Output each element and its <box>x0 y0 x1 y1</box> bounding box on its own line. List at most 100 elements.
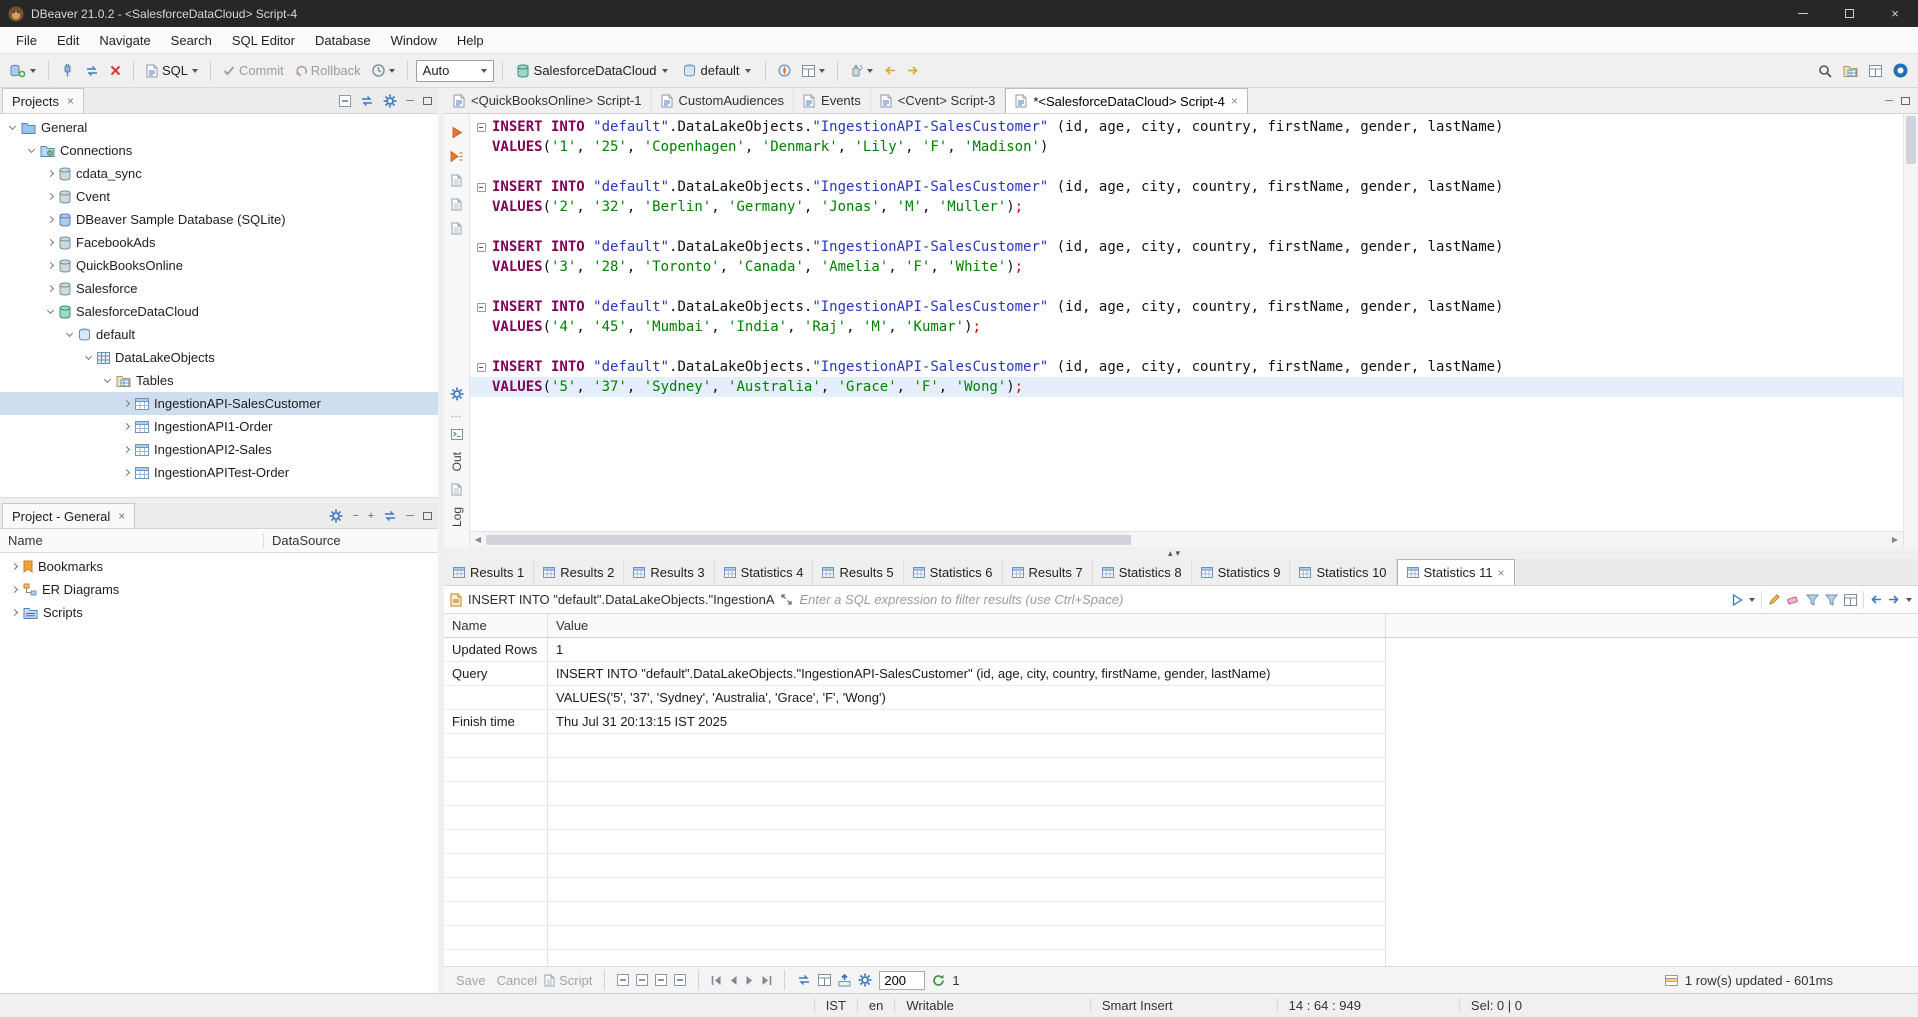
code-line[interactable]: INSERT INTO "default".DataLakeObjects."I… <box>470 357 1903 377</box>
tree-item[interactable]: SalesforceDataCloud <box>0 300 438 323</box>
code-line[interactable] <box>470 217 1903 237</box>
expander-icon[interactable] <box>10 608 20 618</box>
tree-item[interactable]: DataLakeObjects <box>0 346 438 369</box>
filter-query-text[interactable]: INSERT INTO "default".DataLakeObjects."I… <box>468 592 775 607</box>
connection-combo[interactable]: SalesforceDataCloud <box>511 60 674 81</box>
expander-icon[interactable] <box>8 123 18 133</box>
output-tab[interactable]: Out <box>450 452 464 471</box>
editor-tab[interactable]: CustomAudiences <box>652 88 795 113</box>
duplicate-row-button[interactable] <box>655 974 667 986</box>
more-icon[interactable]: … <box>451 408 463 420</box>
horizontal-scrollbar[interactable]: ◀ ▶ <box>470 531 1903 547</box>
code-line[interactable]: VALUES('4', '45', 'Mumbai', 'India', 'Ra… <box>470 317 1903 337</box>
log-view-button[interactable] <box>451 477 462 501</box>
menu-file[interactable]: File <box>6 33 47 48</box>
sql-editor-button[interactable]: SQL <box>142 60 202 81</box>
statement-tools-button[interactable] <box>451 192 462 216</box>
code-line[interactable]: VALUES('5', '37', 'Sydney', 'Australia',… <box>470 377 1903 397</box>
sash-up-icon[interactable]: ▴ <box>1168 547 1173 559</box>
grid-row[interactable]: VALUES('5', '37', 'Sydney', 'Australia',… <box>444 686 1387 710</box>
close-icon[interactable]: × <box>118 509 125 523</box>
expander-icon[interactable] <box>103 376 113 386</box>
search-button[interactable] <box>1814 61 1836 81</box>
history-back-button[interactable] <box>1870 594 1882 605</box>
tree-item[interactable]: QuickBooksOnline <box>0 254 438 277</box>
settings-icon[interactable] <box>329 509 343 523</box>
fold-icon[interactable] <box>477 303 486 312</box>
edit-filter-button[interactable] <box>1768 594 1780 606</box>
panels-toggle-button[interactable] <box>818 974 831 986</box>
close-icon[interactable]: × <box>1231 94 1238 108</box>
filter-settings-button[interactable] <box>1825 594 1838 606</box>
first-row-button[interactable] <box>711 975 722 986</box>
results-tab[interactable]: Statistics 8 <box>1093 559 1192 585</box>
expander-icon[interactable] <box>10 585 20 595</box>
results-tab[interactable]: Statistics 6 <box>904 559 1003 585</box>
expand-filter-button[interactable] <box>781 594 792 605</box>
code-line[interactable]: INSERT INTO "default".DataLakeObjects."I… <box>470 237 1903 257</box>
code-line[interactable] <box>470 157 1903 177</box>
code-line[interactable]: VALUES('3', '28', 'Toronto', 'Canada', '… <box>470 257 1903 277</box>
menu-help[interactable]: Help <box>447 33 494 48</box>
previous-row-button[interactable] <box>729 975 738 986</box>
grid-settings-button[interactable] <box>858 973 872 987</box>
tree-item[interactable]: ER Diagrams <box>0 578 438 601</box>
grid-row[interactable]: Updated Rows1 <box>444 638 1387 662</box>
refresh-button[interactable] <box>932 974 945 987</box>
commit-mode-combo[interactable]: Auto <box>416 60 494 82</box>
editor-tab[interactable]: Events <box>794 88 871 113</box>
expand-icon[interactable]: + <box>368 510 374 522</box>
results-tab[interactable]: Statistics 4 <box>715 559 814 585</box>
sash-down-icon[interactable]: ▾ <box>1176 547 1181 559</box>
invalidate-connection-button[interactable] <box>81 62 103 80</box>
chevron-down-icon[interactable] <box>1749 598 1755 602</box>
menu-database[interactable]: Database <box>305 33 381 48</box>
clear-filter-button[interactable] <box>1786 594 1800 606</box>
scrollbar-thumb[interactable] <box>1906 116 1916 164</box>
back-button[interactable] <box>880 62 900 79</box>
collapse-all-icon[interactable] <box>339 95 351 107</box>
transaction-log-button[interactable] <box>368 61 399 80</box>
output-view-button[interactable] <box>451 422 463 446</box>
next-row-button[interactable] <box>745 975 754 986</box>
caret-position[interactable]: 14 : 64 : 949 <box>1277 998 1372 1013</box>
disconnect-button[interactable] <box>106 62 125 79</box>
tree-item[interactable]: IngestionAPI1-Order <box>0 415 438 438</box>
fold-icon[interactable] <box>477 243 486 252</box>
results-tab[interactable]: Results 5 <box>813 559 903 585</box>
filter-input[interactable] <box>798 591 1727 608</box>
menu-edit[interactable]: Edit <box>47 33 89 48</box>
scroll-left-icon[interactable]: ◀ <box>470 535 486 544</box>
results-tab[interactable]: Statistics 9 <box>1192 559 1291 585</box>
close-icon[interactable]: × <box>1498 566 1505 580</box>
expander-icon[interactable] <box>122 399 132 409</box>
maximize-view-icon[interactable] <box>423 97 432 105</box>
history-forward-button[interactable] <box>1888 594 1900 605</box>
forward-button[interactable] <box>903 62 923 79</box>
tree-item[interactable]: Cvent <box>0 185 438 208</box>
menu-window[interactable]: Window <box>381 33 447 48</box>
log-tab[interactable]: Log <box>450 507 464 527</box>
results-tab[interactable]: Statistics 11× <box>1397 559 1515 585</box>
last-row-button[interactable] <box>761 975 772 986</box>
maximize-editor-icon[interactable] <box>1901 97 1910 105</box>
code-line[interactable]: INSERT INTO "default".DataLakeObjects."I… <box>470 117 1903 137</box>
script-button[interactable]: Script <box>544 973 592 988</box>
expander-icon[interactable] <box>84 353 94 363</box>
expander-icon[interactable] <box>46 169 56 179</box>
code-line[interactable]: INSERT INTO "default".DataLakeObjects."I… <box>470 297 1903 317</box>
expander-icon[interactable] <box>122 422 132 432</box>
tree-item[interactable]: IngestionAPI-SalesCustomer <box>0 392 438 415</box>
add-row-button[interactable] <box>636 974 648 986</box>
grid-row[interactable]: QueryINSERT INTO "default".DataLakeObjec… <box>444 662 1387 686</box>
maximize-button[interactable] <box>1826 0 1872 27</box>
tree-item[interactable]: Salesforce <box>0 277 438 300</box>
expander-icon[interactable] <box>65 330 75 340</box>
insert-mode-indicator[interactable]: Smart Insert <box>1090 998 1184 1013</box>
minimize-view-icon[interactable]: ─ <box>406 95 414 107</box>
tree-item[interactable]: cdata_sync <box>0 162 438 185</box>
expander-icon[interactable] <box>46 238 56 248</box>
export-button[interactable] <box>838 974 851 987</box>
scrollbar-thumb[interactable] <box>486 535 1131 545</box>
new-connection-button[interactable] <box>6 61 40 81</box>
